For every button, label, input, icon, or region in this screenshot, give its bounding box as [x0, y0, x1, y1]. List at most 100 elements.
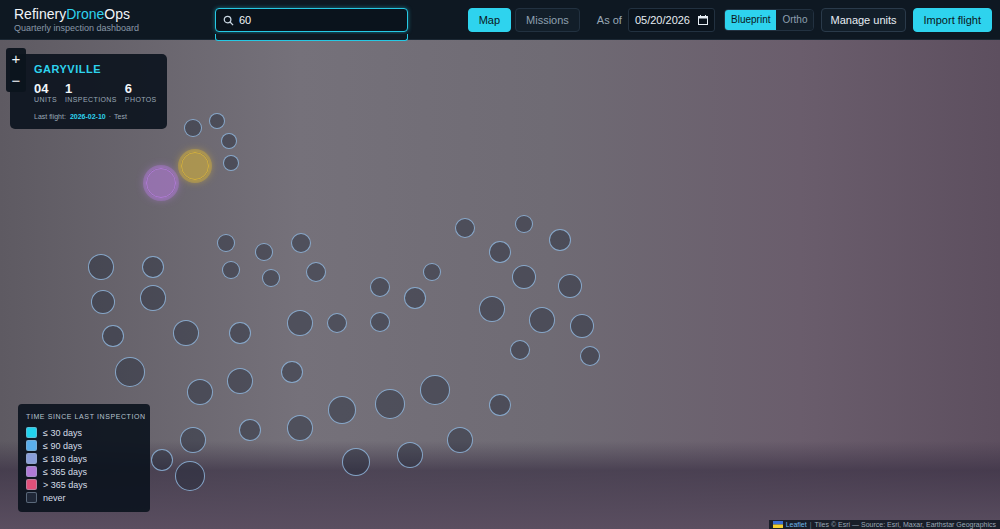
- unit-marker[interactable]: [306, 262, 326, 282]
- legend-swatch: [26, 453, 37, 464]
- legend: TIME SINCE LAST INSPECTION≤ 30 days≤ 90 …: [18, 404, 150, 512]
- unit-marker[interactable]: [370, 277, 390, 297]
- last-flight: Last flight:2026-02-10·Test: [34, 113, 157, 120]
- nav-tab[interactable]: Missions: [515, 8, 580, 32]
- unit-marker[interactable]: [151, 449, 173, 471]
- search-value[interactable]: 60: [239, 14, 251, 26]
- legend-label: ≤ 90 days: [43, 441, 82, 451]
- unit-marker[interactable]: [222, 261, 240, 279]
- as-of: As of05/20/2026: [597, 8, 715, 32]
- unit-marker[interactable]: [515, 215, 533, 233]
- unit-marker[interactable]: [558, 274, 582, 298]
- unit-marker[interactable]: [510, 340, 530, 360]
- last-flight-label: Last flight:: [34, 113, 66, 120]
- unit-marker[interactable]: [239, 419, 261, 441]
- unit-marker[interactable]: [489, 241, 511, 263]
- unit-marker[interactable]: [455, 218, 475, 238]
- view-toggle-option[interactable]: Blueprint: [725, 10, 776, 30]
- view-toggle-option[interactable]: Ortho: [776, 10, 813, 30]
- app: RefineryDroneOpsQuarterly inspection das…: [0, 0, 1000, 529]
- unit-marker[interactable]: [227, 368, 253, 394]
- calendar-icon[interactable]: [698, 15, 708, 25]
- legend-label: never: [43, 493, 66, 503]
- unit-marker[interactable]: [209, 113, 225, 129]
- unit-marker[interactable]: [404, 287, 426, 309]
- unit-marker[interactable]: [181, 152, 209, 180]
- action-button[interactable]: Manage units: [821, 8, 905, 32]
- unit-marker[interactable]: [529, 307, 555, 333]
- stat-label: UNITS: [34, 96, 57, 103]
- nav-tab[interactable]: Map: [468, 8, 511, 32]
- legend-item: ≤ 180 days: [26, 452, 142, 465]
- zoom-out-button[interactable]: −: [6, 70, 26, 92]
- unit-marker[interactable]: [397, 442, 423, 468]
- last-flight-separator: ·: [109, 113, 111, 120]
- unit-marker[interactable]: [420, 375, 450, 405]
- unit-marker[interactable]: [173, 320, 199, 346]
- unit-marker[interactable]: [287, 415, 313, 441]
- unit-marker[interactable]: [512, 265, 536, 289]
- leaflet-link[interactable]: Leaflet: [786, 521, 807, 528]
- unit-marker[interactable]: [187, 379, 213, 405]
- search-field[interactable]: 60: [215, 8, 408, 32]
- site-name: GARYVILLE: [34, 63, 157, 75]
- unit-marker[interactable]: [328, 396, 356, 424]
- unit-marker[interactable]: [184, 119, 202, 137]
- unit-marker[interactable]: [223, 155, 239, 171]
- unit-marker[interactable]: [229, 322, 251, 344]
- tiles-credit: Tiles © Esri — Source: Esri, Maxar, Eart…: [814, 521, 996, 528]
- unit-marker[interactable]: [221, 133, 237, 149]
- date-field[interactable]: 05/20/2026: [628, 8, 715, 32]
- unit-marker[interactable]: [580, 346, 600, 366]
- unit-marker[interactable]: [115, 357, 145, 387]
- legend-swatch: [26, 466, 37, 477]
- search-icon: [223, 15, 234, 26]
- unit-marker[interactable]: [180, 427, 206, 453]
- unit-marker[interactable]: [287, 310, 313, 336]
- unit-marker[interactable]: [255, 243, 273, 261]
- brand-part: Ops: [104, 6, 130, 22]
- attribution-separator: |: [810, 521, 812, 528]
- view-toggle: BlueprintOrtho: [724, 9, 814, 31]
- stat-value: 1: [65, 81, 117, 96]
- unit-marker[interactable]: [88, 254, 114, 280]
- unit-marker[interactable]: [217, 234, 235, 252]
- legend-item: ≤ 365 days: [26, 465, 142, 478]
- unit-marker[interactable]: [327, 313, 347, 333]
- unit-marker[interactable]: [262, 269, 280, 287]
- brand-part: Refinery: [14, 6, 66, 22]
- unit-marker[interactable]: [146, 168, 176, 198]
- unit-marker[interactable]: [291, 233, 311, 253]
- unit-marker[interactable]: [175, 461, 205, 491]
- stat-value: 6: [125, 81, 157, 96]
- date-value[interactable]: 05/20/2026: [635, 14, 690, 26]
- unit-marker[interactable]: [423, 263, 441, 281]
- controls: MapMissions As of05/20/2026 BlueprintOrtho…: [468, 8, 992, 32]
- unit-marker[interactable]: [479, 296, 505, 322]
- legend-swatch: [26, 427, 37, 438]
- zoom-in-button[interactable]: +: [6, 48, 26, 70]
- legend-item: ≤ 30 days: [26, 426, 142, 439]
- action-button[interactable]: Import flight: [913, 8, 992, 32]
- legend-label: > 365 days: [43, 480, 87, 490]
- unit-marker[interactable]: [570, 314, 594, 338]
- site-stat: 6PHOTOS: [125, 81, 157, 103]
- unit-marker[interactable]: [142, 256, 164, 278]
- unit-marker[interactable]: [370, 312, 390, 332]
- search-dropdown: [215, 34, 408, 41]
- unit-marker[interactable]: [447, 427, 473, 453]
- unit-marker[interactable]: [281, 361, 303, 383]
- unit-marker[interactable]: [91, 290, 115, 314]
- brand-part: Drone: [66, 6, 104, 22]
- unit-marker[interactable]: [489, 394, 511, 416]
- map[interactable]: GARYVILLE04UNITS1INSPECTIONS6PHOTOSLast …: [0, 40, 1000, 529]
- legend-swatch: [26, 440, 37, 451]
- unit-marker[interactable]: [549, 229, 571, 251]
- site-stat: 04UNITS: [34, 81, 57, 103]
- search: 60: [215, 8, 408, 32]
- unit-marker[interactable]: [102, 325, 124, 347]
- stat-label: PHOTOS: [125, 96, 157, 103]
- unit-marker[interactable]: [375, 389, 405, 419]
- unit-marker[interactable]: [140, 285, 166, 311]
- unit-marker[interactable]: [342, 448, 370, 476]
